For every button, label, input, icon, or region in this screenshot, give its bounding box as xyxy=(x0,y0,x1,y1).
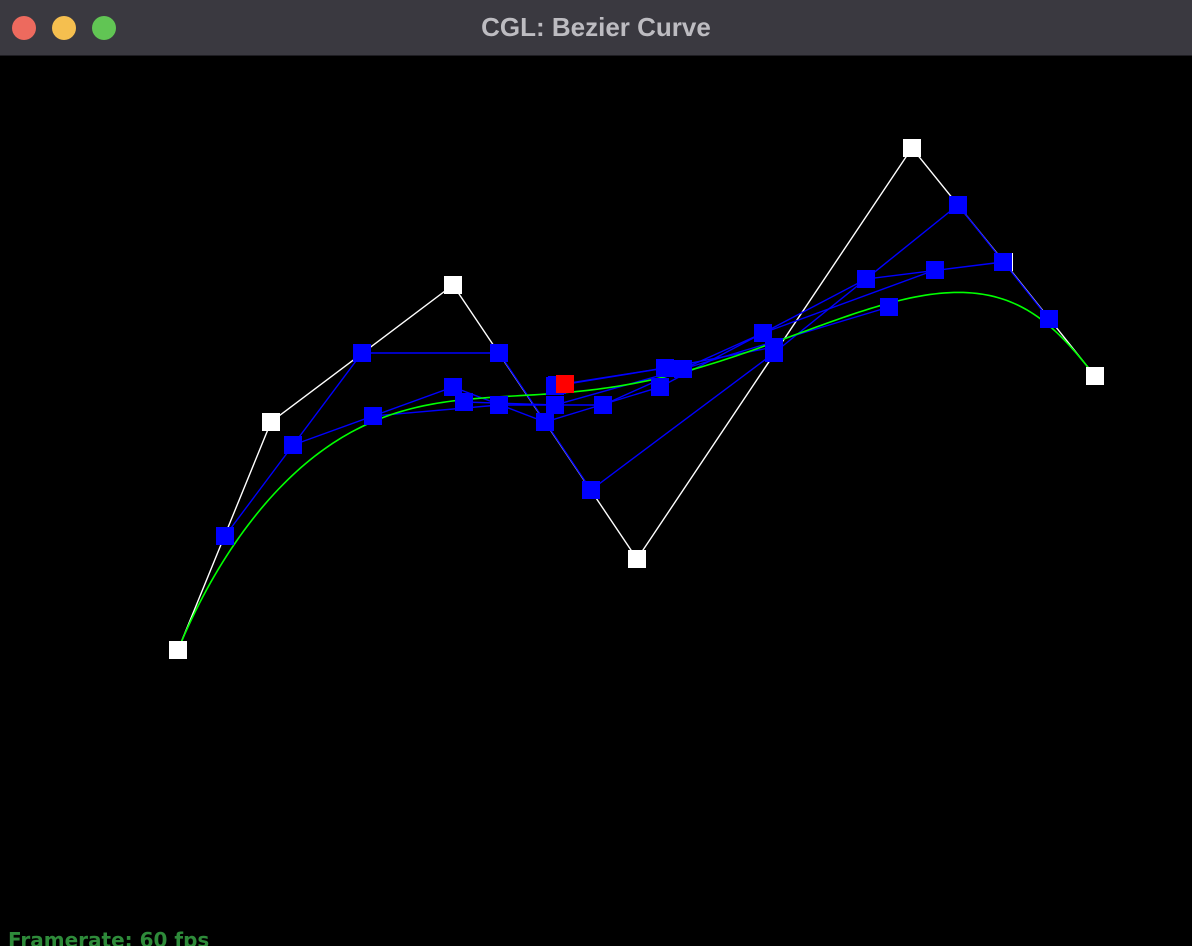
control-point-5[interactable] xyxy=(628,550,646,568)
bezier-curve xyxy=(177,291,1096,651)
intermediate-point-3-3 xyxy=(594,396,612,414)
framerate-value: 60 fps xyxy=(139,928,210,946)
control-point-3[interactable] xyxy=(444,276,462,294)
framerate-label: Framerate: xyxy=(8,928,133,946)
bezier-scene[interactable] xyxy=(0,56,1192,946)
framerate-readout: Framerate: 60 fps xyxy=(8,928,209,946)
intermediate-point-6-2 xyxy=(656,359,674,377)
intermediate-point-1-6 xyxy=(949,196,967,214)
intermediate-point-2-3 xyxy=(536,413,554,431)
intermediate-point-1-7 xyxy=(1040,310,1058,328)
intermediate-point-4-4 xyxy=(880,298,898,316)
intermediate-point-1-3 xyxy=(490,344,508,362)
control-point-2[interactable] xyxy=(262,413,280,431)
intermediate-point-3-2 xyxy=(490,396,508,414)
intermediate-point-1-2 xyxy=(353,344,371,362)
render-canvas[interactable] xyxy=(0,56,1192,946)
intermediate-point-5-3 xyxy=(765,338,783,356)
control-point-1[interactable] xyxy=(169,641,187,659)
intermediate-point-3-5 xyxy=(926,261,944,279)
intermediate-polyline-1 xyxy=(224,204,1050,537)
intermediate-point-2-1 xyxy=(284,436,302,454)
title-bar[interactable]: CGL: Bezier Curve xyxy=(0,0,1192,56)
intermediate-point-1-4 xyxy=(582,481,600,499)
intermediate-point-2-5 xyxy=(857,270,875,288)
intermediate-point-2-6 xyxy=(994,253,1012,271)
intermediate-polyline-4 xyxy=(463,306,890,406)
intermediate-point-2-4 xyxy=(651,378,669,396)
intermediate-point-3-1 xyxy=(364,407,382,425)
window-title: CGL: Bezier Curve xyxy=(481,12,711,42)
control-polygon xyxy=(177,146,1096,651)
intermediate-point-4-2 xyxy=(546,396,564,414)
intermediate-point-4-1 xyxy=(455,393,473,411)
evaluated-point[interactable] xyxy=(556,375,574,393)
intermediate-point-1-1 xyxy=(216,527,234,545)
control-point-6[interactable] xyxy=(903,139,921,157)
app-window: CGL: Bezier Curve Framerate: 60 fps xyxy=(0,0,1192,946)
intermediate-point-4-3 xyxy=(674,360,692,378)
control-point-8[interactable] xyxy=(1086,367,1104,385)
